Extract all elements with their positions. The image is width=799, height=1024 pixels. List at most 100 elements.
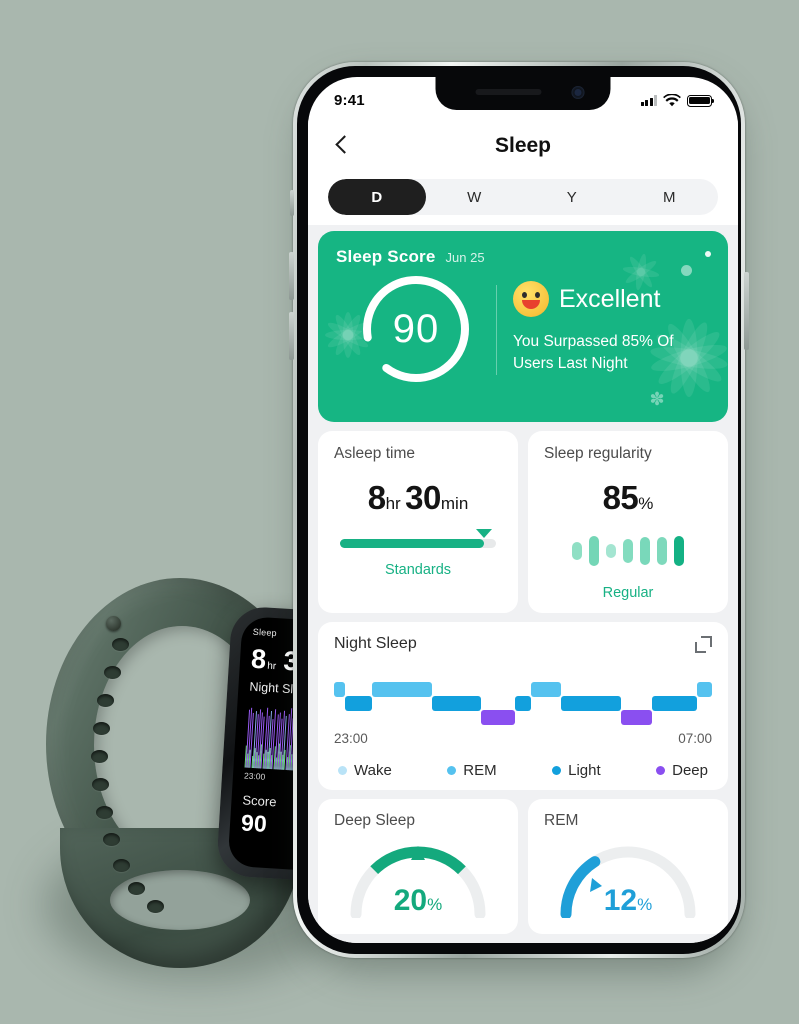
watch-axis-start: 23:00	[243, 770, 266, 782]
volume-down-button[interactable]	[289, 312, 294, 360]
regularity-bar	[674, 536, 684, 566]
asleep-progress-fill	[340, 539, 484, 548]
hypnogram-segment-deep	[481, 710, 516, 725]
asleep-time-card[interactable]: Asleep time 8hr 30min Standards	[318, 431, 518, 613]
tab-year[interactable]: Y	[523, 179, 621, 215]
score-message-line2: Users Last Night	[513, 355, 628, 373]
rem-value: 12%	[554, 884, 702, 918]
scroll-content: ✽ Sleep Score Jun 25 90 Excellent You Su…	[308, 225, 738, 943]
legend-label-deep: Deep	[672, 762, 708, 779]
sleep-score-card[interactable]: ✽ Sleep Score Jun 25 90 Excellent You Su…	[318, 231, 728, 422]
score-ring-container: 90	[336, 271, 496, 385]
deep-sleep-unit: %	[427, 895, 443, 914]
night-sleep-title: Night Sleep	[334, 635, 417, 652]
regularity-bar	[606, 544, 616, 558]
score-message: You Surpassed 85% Of Users Last Night	[513, 331, 710, 376]
hypnogram-segment-light	[345, 696, 372, 711]
legend-label-rem: REM	[463, 762, 497, 779]
deep-sleep-number: 20	[393, 884, 428, 917]
deep-sleep-card[interactable]: Deep Sleep 20%	[318, 799, 518, 934]
asleep-progress-marker-icon	[475, 529, 492, 538]
score-message-line1: You Surpassed 85% Of	[513, 333, 674, 350]
mood-label: Excellent	[559, 284, 661, 313]
deep-sleep-value: 20%	[344, 884, 492, 918]
expand-icon[interactable]	[695, 635, 712, 653]
mute-switch[interactable]	[290, 190, 294, 216]
phone-screen: 9:41 Sleep D W Y M ✽ Sleep Score Jun 25 …	[308, 77, 738, 943]
asleep-time-title: Asleep time	[334, 445, 415, 462]
asleep-hours: 8	[367, 479, 386, 516]
regularity-bar	[572, 542, 582, 560]
legend-label-light: Light	[568, 762, 601, 779]
rem-number: 12	[603, 884, 638, 917]
hypnogram-segment-rem	[334, 682, 346, 697]
phone-body: 9:41 Sleep D W Y M ✽ Sleep Score Jun 25 …	[297, 66, 741, 954]
asleep-status: Standards	[384, 562, 452, 578]
gauge-row: Deep Sleep 20% REM 12%	[318, 799, 728, 934]
tab-day[interactable]: D	[328, 179, 426, 215]
sleep-regularity-card[interactable]: Sleep regularity 85% Regular	[528, 431, 728, 613]
score-card-title: Sleep Score	[336, 247, 436, 266]
hypnogram-segment-light	[560, 696, 622, 711]
legend-item-light: Light	[552, 762, 601, 779]
phone-frame: 9:41 Sleep D W Y M ✽ Sleep Score Jun 25 …	[289, 62, 749, 958]
cellular-signal-icon	[640, 95, 657, 106]
asleep-time-value: 8hr 30min	[334, 479, 502, 517]
hypnogram	[334, 669, 712, 727]
asleep-progress	[340, 529, 496, 548]
regularity-value: 85%	[544, 479, 712, 517]
volume-up-button[interactable]	[289, 252, 294, 300]
tab-month[interactable]: M	[621, 179, 719, 215]
regularity-unit: %	[638, 494, 654, 513]
regularity-bar	[657, 537, 667, 565]
hypnogram-segment-rem	[696, 682, 712, 697]
regularity-number: 85	[602, 479, 639, 516]
score-card-header: Sleep Score Jun 25	[336, 247, 710, 267]
tab-week[interactable]: W	[426, 179, 524, 215]
period-tabs: D W Y M	[308, 173, 738, 225]
regularity-bars	[544, 531, 712, 571]
status-bar: 9:41	[308, 77, 738, 119]
legend-item-rem: REM	[447, 762, 497, 779]
regularity-bar	[640, 537, 650, 565]
hypnogram-segment-rem	[530, 682, 561, 697]
wifi-icon	[663, 94, 681, 107]
regularity-title: Sleep regularity	[544, 445, 652, 462]
hypnogram-end-time: 07:00	[678, 731, 712, 746]
nav-bar: Sleep	[308, 119, 738, 173]
regularity-status: Regular	[602, 585, 654, 601]
power-button[interactable]	[744, 272, 749, 350]
hypnogram-segment-light	[432, 696, 482, 711]
watch-title: Sleep	[252, 626, 278, 639]
night-sleep-header: Night Sleep	[334, 635, 712, 653]
asleep-hours-unit: hr	[385, 494, 401, 513]
legend-item-deep: Deep	[656, 762, 708, 779]
asleep-minutes: 30	[405, 479, 441, 516]
mood-row: Excellent	[513, 281, 710, 317]
asleep-minutes-unit: min	[440, 494, 469, 513]
hypnogram-legend: Wake REM Light Deep	[334, 762, 712, 779]
status-icons	[640, 89, 715, 107]
watch-band-pin	[106, 616, 121, 631]
rem-gauge: 12%	[554, 840, 702, 918]
hypnogram-segment-rem	[371, 682, 433, 697]
rem-title: REM	[544, 812, 579, 829]
hypnogram-segment-deep	[621, 710, 652, 725]
night-sleep-card[interactable]: Night Sleep 23:00 07:00 Wake REM Light D…	[318, 622, 728, 790]
deep-sleep-gauge: 20%	[344, 840, 492, 918]
score-divider	[496, 285, 497, 375]
hypnogram-axis: 23:00 07:00	[334, 731, 712, 746]
regularity-bar	[623, 539, 633, 563]
score-card-date: Jun 25	[445, 250, 485, 265]
battery-icon	[687, 94, 715, 107]
rem-card[interactable]: REM 12%	[528, 799, 728, 934]
score-value: 90	[392, 306, 440, 351]
deep-sleep-title: Deep Sleep	[334, 812, 416, 829]
smiling-face-emoji	[513, 281, 549, 317]
legend-label-wake: Wake	[354, 762, 392, 779]
status-time: 9:41	[334, 92, 365, 109]
decor-sparkle-icon: ✽	[649, 389, 665, 409]
stat-row: Asleep time 8hr 30min Standards Sleep re…	[318, 431, 728, 613]
phone: 9:41 Sleep D W Y M ✽ Sleep Score Jun 25 …	[289, 62, 749, 972]
watch-hours-unit: hr	[266, 660, 277, 673]
